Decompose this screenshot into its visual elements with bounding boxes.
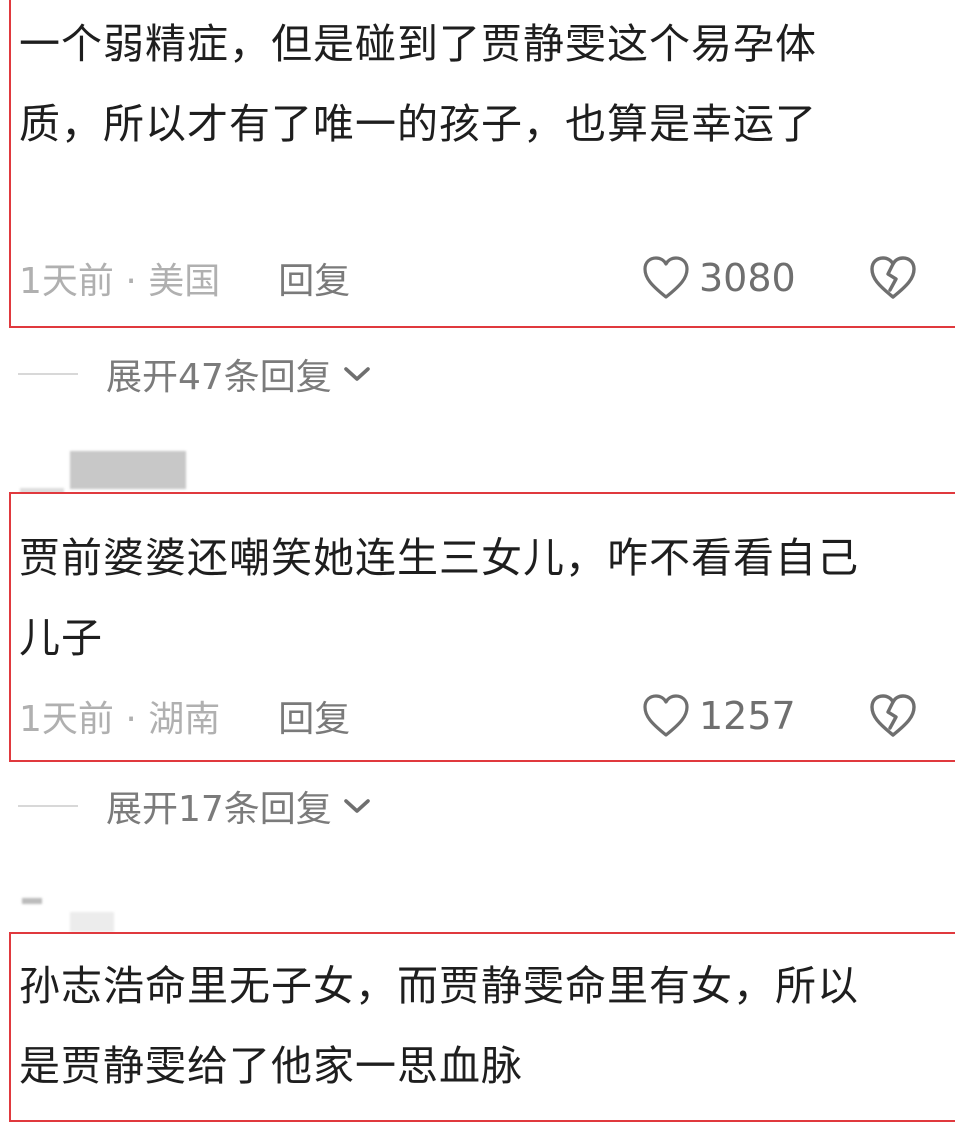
comment-time-location: 1天前 · 美国 [19,261,221,302]
comment-card-2: 贾前婆婆还嘲笑她连生三女儿，咋不看看自己儿子 1天前 · 湖南 回复 1257 [9,492,955,762]
comment-time-location: 1天前 · 湖南 [19,699,221,740]
expand-replies-1[interactable]: 展开47条回复 [18,349,374,399]
comment-meta-row: 1天前 · 美国 回复 3080 [19,248,955,308]
comment-meta-row: 1天前 · 湖南 回复 1257 [19,686,955,746]
like-button[interactable]: 3080 [641,255,796,301]
divider-line [18,805,78,807]
reply-button[interactable]: 回复 [278,252,350,304]
comment-text: 贾前婆婆还嘲笑她连生三女儿，咋不看看自己儿子 [19,534,859,662]
expand-replies-2[interactable]: 展开17条回复 [18,781,374,831]
comment-text: 一个弱精症，但是碰到了贾静雯这个易孕体质，所以才有了唯一的孩子，也算是幸运了 [19,20,817,148]
blurred-username [70,451,186,489]
like-button[interactable]: 1257 [641,693,796,739]
broken-heart-icon[interactable] [867,254,919,302]
chevron-down-icon [344,799,370,813]
blurred-avatar-fragment [70,912,114,932]
broken-heart-icon[interactable] [867,692,919,740]
expand-replies-label: 展开17条回复 [106,789,332,830]
comment-card-1: 一个弱精症，但是碰到了贾静雯这个易孕体质，所以才有了唯一的孩子，也算是幸运了 1… [9,0,955,328]
like-count: 3080 [699,256,796,300]
comment-card-3: 孙志浩命里无子女，而贾静雯命里有女，所以是贾静雯给了他家一思血脉 [9,932,955,1122]
blurred-username [22,898,42,904]
reply-button[interactable]: 回复 [278,690,350,742]
comment-text: 孙志浩命里无子女，而贾静雯命里有女，所以是贾静雯给了他家一思血脉 [19,962,859,1090]
chevron-down-icon [344,367,370,381]
divider-line [18,373,78,375]
heart-outline-icon [643,256,689,299]
heart-outline-icon [643,694,689,737]
expand-replies-label: 展开47条回复 [106,357,332,398]
like-count: 1257 [699,694,796,738]
